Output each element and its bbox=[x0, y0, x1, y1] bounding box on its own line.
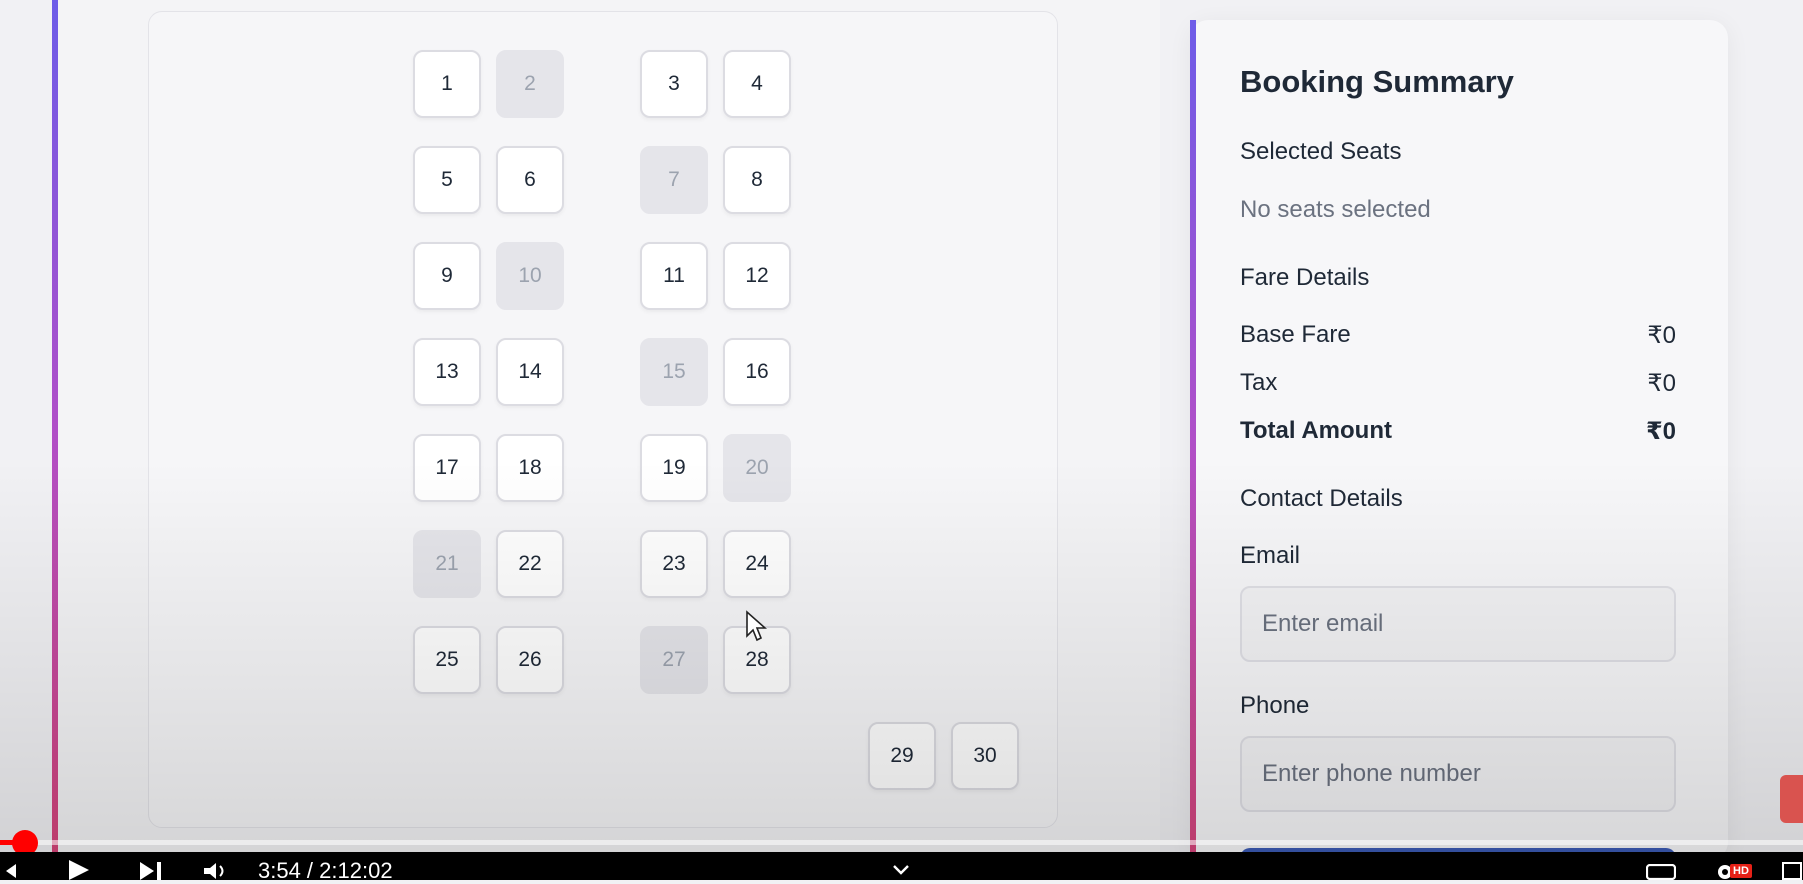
next-icon[interactable] bbox=[138, 862, 164, 880]
email-input[interactable] bbox=[1240, 586, 1676, 662]
tax-label: Tax bbox=[1240, 369, 1278, 396]
volume-icon[interactable] bbox=[202, 862, 232, 880]
seat-9[interactable]: 9 bbox=[413, 242, 481, 310]
seat-6[interactable]: 6 bbox=[496, 146, 564, 214]
seat-4[interactable]: 4 bbox=[723, 50, 791, 118]
total-amount-value: ₹0 bbox=[1645, 418, 1676, 445]
seat-30[interactable]: 30 bbox=[951, 722, 1019, 790]
seat-2-booked: 2 bbox=[496, 50, 564, 118]
seat-26[interactable]: 26 bbox=[496, 626, 564, 694]
seat-8[interactable]: 8 bbox=[723, 146, 791, 214]
seat-3[interactable]: 3 bbox=[640, 50, 708, 118]
seat-29[interactable]: 29 bbox=[868, 722, 936, 790]
selected-seats-heading: Selected Seats bbox=[1240, 138, 1402, 165]
tax-value: ₹0 bbox=[1647, 370, 1676, 397]
seat-18[interactable]: 18 bbox=[496, 434, 564, 502]
seat-7-booked: 7 bbox=[640, 146, 708, 214]
seat-20-booked: 20 bbox=[723, 434, 791, 502]
seat-10-booked: 10 bbox=[496, 242, 564, 310]
contact-details-heading: Contact Details bbox=[1240, 485, 1403, 512]
seat-5[interactable]: 5 bbox=[413, 146, 481, 214]
phone-label: Phone bbox=[1240, 692, 1310, 719]
seat-13[interactable]: 13 bbox=[413, 338, 481, 406]
seat-1[interactable]: 1 bbox=[413, 50, 481, 118]
seat-27-booked: 27 bbox=[640, 626, 708, 694]
selected-seats-text: No seats selected bbox=[1240, 196, 1431, 223]
play-icon[interactable] bbox=[66, 860, 92, 880]
miniplayer-icon[interactable] bbox=[1782, 862, 1802, 880]
summary-title: Booking Summary bbox=[1240, 64, 1514, 99]
seat-12[interactable]: 12 bbox=[723, 242, 791, 310]
seat-17[interactable]: 17 bbox=[413, 434, 481, 502]
previous-icon[interactable] bbox=[2, 862, 20, 880]
captions-icon[interactable] bbox=[1646, 864, 1676, 880]
base-fare-label: Base Fare bbox=[1240, 321, 1351, 348]
seat-15-booked: 15 bbox=[640, 338, 708, 406]
seat-14[interactable]: 14 bbox=[496, 338, 564, 406]
base-fare-value: ₹0 bbox=[1647, 322, 1676, 349]
fare-details-heading: Fare Details bbox=[1240, 264, 1370, 291]
seat-23[interactable]: 23 bbox=[640, 530, 708, 598]
email-label: Email bbox=[1240, 542, 1301, 569]
seat-24[interactable]: 24 bbox=[723, 530, 791, 598]
subscribe-watermark[interactable] bbox=[1780, 775, 1803, 823]
seat-11[interactable]: 11 bbox=[640, 242, 708, 310]
seat-layout bbox=[148, 11, 1058, 828]
seat-16[interactable]: 16 bbox=[723, 338, 791, 406]
video-time: 3:54 / 2:12:02 bbox=[258, 858, 393, 883]
seat-19[interactable]: 19 bbox=[640, 434, 708, 502]
video-progress-bar[interactable] bbox=[0, 840, 1803, 845]
seat-25[interactable]: 25 bbox=[413, 626, 481, 694]
chevron-down-icon[interactable] bbox=[892, 864, 910, 876]
total-amount-label: Total Amount bbox=[1240, 417, 1392, 444]
mouse-cursor-icon bbox=[746, 610, 767, 642]
seat-22[interactable]: 22 bbox=[496, 530, 564, 598]
seat-21-booked: 21 bbox=[413, 530, 481, 598]
phone-input[interactable] bbox=[1240, 736, 1676, 812]
hd-badge: HD bbox=[1730, 864, 1752, 878]
